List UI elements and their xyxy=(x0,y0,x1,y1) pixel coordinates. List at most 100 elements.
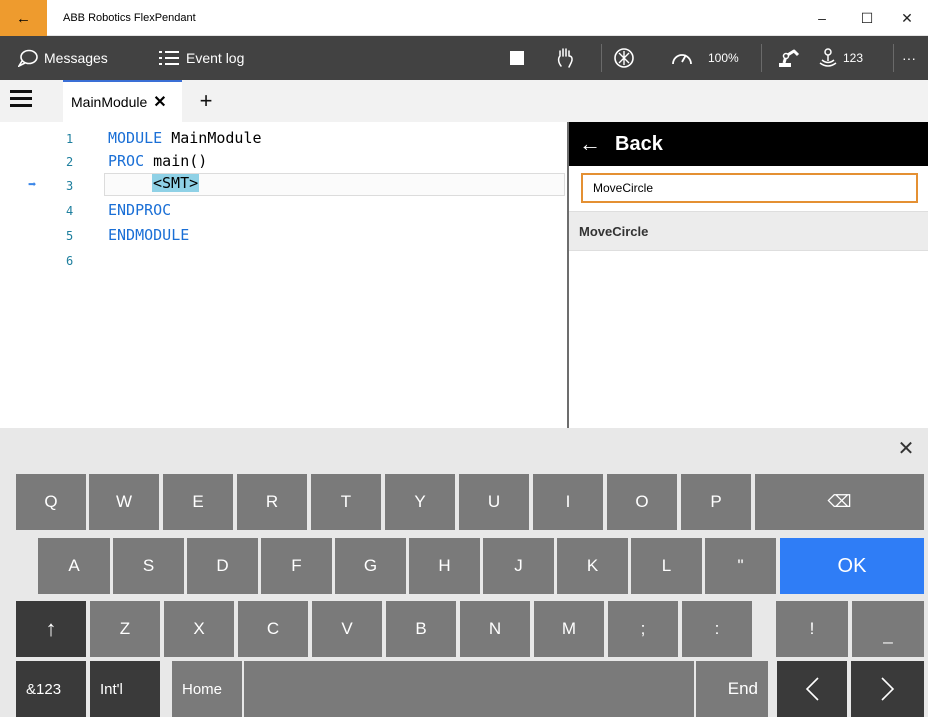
keyboard-close-icon[interactable]: ✕ xyxy=(894,436,918,460)
toolbar: Messages Event log 100% 123 ··· xyxy=(0,36,928,80)
key-underscore[interactable]: _ xyxy=(852,601,924,657)
key-j[interactable]: J xyxy=(483,538,554,594)
close-icon: ✕ xyxy=(901,9,913,26)
minimize-button[interactable]: – xyxy=(801,0,843,36)
robot-arm-icon xyxy=(779,49,800,67)
key-d[interactable]: D xyxy=(187,538,258,594)
key-v[interactable]: V xyxy=(312,601,382,657)
shift-key[interactable]: ↑ xyxy=(16,601,86,657)
home-key[interactable]: Home xyxy=(172,661,242,717)
key-r[interactable]: R xyxy=(237,474,307,530)
key-a[interactable]: A xyxy=(38,538,110,594)
cursor-left-key[interactable] xyxy=(777,661,847,717)
chevron-right-icon xyxy=(880,677,894,701)
speed-button[interactable]: 100% xyxy=(670,36,739,80)
code-line[interactable]: 1 MODULE MainModule xyxy=(0,126,567,151)
more-button[interactable]: ··· xyxy=(902,36,916,80)
search-input[interactable] xyxy=(581,173,918,203)
stop-button[interactable] xyxy=(510,36,524,80)
code-text: main() xyxy=(144,152,208,170)
code-keyword: PROC xyxy=(108,152,145,170)
tab-mainmodule[interactable]: MainModule ✕ xyxy=(63,80,182,122)
maximize-button[interactable]: ☐ xyxy=(846,0,888,36)
add-tab-button[interactable]: + xyxy=(185,80,227,122)
key-s[interactable]: S xyxy=(113,538,184,594)
key-m[interactable]: M xyxy=(534,601,604,657)
jog-button[interactable]: 123 xyxy=(817,36,863,80)
key-b[interactable]: B xyxy=(386,601,456,657)
backspace-key[interactable]: ⌫ xyxy=(755,474,924,530)
key-y[interactable]: Y xyxy=(385,474,455,530)
key-f[interactable]: F xyxy=(261,538,332,594)
close-window-button[interactable]: ✕ xyxy=(886,0,928,36)
space-key[interactable] xyxy=(244,661,694,717)
toolbar-divider xyxy=(601,44,602,72)
key-t[interactable]: T xyxy=(311,474,381,530)
code-keyword: ENDMODULE xyxy=(108,226,190,244)
key-z[interactable]: Z xyxy=(90,601,160,657)
end-key[interactable]: End xyxy=(696,661,768,717)
line-number: 1 xyxy=(66,132,74,146)
key-k[interactable]: K xyxy=(557,538,628,594)
line-number: 6 xyxy=(66,254,74,268)
key-x[interactable]: X xyxy=(164,601,234,657)
joystick-icon xyxy=(819,48,837,67)
event-log-button[interactable]: Event log xyxy=(158,36,244,80)
on-screen-keyboard: ✕ Q W E R T Y U I O P ⌫ A S D F G H J K … xyxy=(0,428,928,717)
tab-close-icon[interactable]: ✕ xyxy=(153,92,166,112)
code-line[interactable]: 6 xyxy=(0,248,567,273)
code-line[interactable]: 2 PROC main() xyxy=(0,149,567,174)
tab-label: MainModule xyxy=(71,94,148,110)
plus-icon: + xyxy=(199,88,213,113)
key-n[interactable]: N xyxy=(460,601,530,657)
hamburger-menu-icon[interactable] xyxy=(10,90,32,112)
key-e[interactable]: E xyxy=(163,474,233,530)
back-arrow-icon: ← xyxy=(579,131,601,156)
key-l[interactable]: L xyxy=(631,538,702,594)
panel-back-button[interactable]: ← Back xyxy=(569,122,928,166)
international-key[interactable]: Int'l xyxy=(90,661,160,717)
key-u[interactable]: U xyxy=(459,474,529,530)
toolbar-divider xyxy=(761,44,762,72)
numbers-key[interactable]: &123 xyxy=(16,661,86,717)
app-title: ABB Robotics FlexPendant xyxy=(63,12,196,24)
smt-placeholder[interactable]: <SMT> xyxy=(152,174,200,192)
motors-button[interactable] xyxy=(613,36,635,80)
key-semicolon[interactable]: ; xyxy=(608,601,678,657)
hand-icon xyxy=(557,48,573,68)
key-w[interactable]: W xyxy=(89,474,159,530)
back-arrow-icon: ← xyxy=(16,9,31,27)
key-colon[interactable]: : xyxy=(682,601,752,657)
hand-button[interactable] xyxy=(554,36,578,80)
chat-bubble-icon xyxy=(18,49,38,67)
key-c[interactable]: C xyxy=(238,601,308,657)
instruction-picker-panel: ← Back MoveCircle xyxy=(567,122,928,428)
key-h[interactable]: H xyxy=(409,538,480,594)
speedometer-icon xyxy=(672,54,692,65)
event-log-label: Event log xyxy=(186,50,245,66)
code-line-selected[interactable]: ➡ 3 <SMT> xyxy=(0,173,567,198)
key-p[interactable]: P xyxy=(681,474,751,530)
search-result-item[interactable]: MoveCircle xyxy=(569,211,928,251)
key-o[interactable]: O xyxy=(607,474,677,530)
back-button[interactable]: ← xyxy=(0,0,47,36)
maximize-icon: ☐ xyxy=(860,9,874,26)
ok-button[interactable]: OK xyxy=(780,538,924,594)
key-quote[interactable]: " xyxy=(705,538,776,594)
line-number: 3 xyxy=(66,179,74,193)
messages-button[interactable]: Messages xyxy=(18,36,108,80)
code-line[interactable]: 4 ENDPROC xyxy=(0,198,567,223)
line-number: 2 xyxy=(66,155,74,169)
stop-icon xyxy=(510,51,524,65)
chevron-left-icon xyxy=(805,677,819,701)
key-exclamation[interactable]: ! xyxy=(776,601,848,657)
cursor-right-key[interactable] xyxy=(851,661,924,717)
more-icon: ··· xyxy=(902,50,916,66)
key-q[interactable]: Q xyxy=(16,474,86,530)
code-editor[interactable]: 1 MODULE MainModule 2 PROC main() ➡ 3 <S… xyxy=(0,122,567,428)
code-line[interactable]: 5 ENDMODULE xyxy=(0,223,567,248)
key-g[interactable]: G xyxy=(335,538,406,594)
motors-icon xyxy=(614,48,634,68)
robot-button[interactable] xyxy=(776,36,802,80)
key-i[interactable]: I xyxy=(533,474,603,530)
